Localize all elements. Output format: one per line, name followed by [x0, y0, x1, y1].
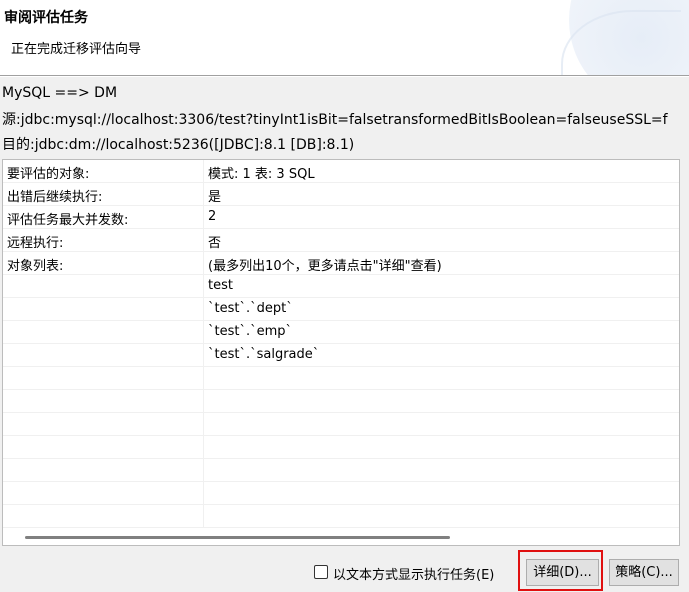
empty-row: [3, 436, 679, 459]
row-key: 出错后继续执行:: [7, 190, 103, 205]
row-key: 远程执行:: [7, 236, 64, 251]
row-value: `test`.`emp`: [208, 324, 293, 339]
table-row[interactable]: test: [3, 275, 679, 298]
row-value: 模式: 1 表: 3 SQL: [208, 167, 315, 182]
summary-table[interactable]: 要评估的对象: 模式: 1 表: 3 SQL 出错后继续执行: 是 评估任务最大…: [2, 159, 680, 546]
empty-row: [3, 413, 679, 436]
page-subtitle: 正在完成迁移评估向导: [11, 42, 142, 57]
empty-row: [3, 390, 679, 413]
show-as-text-checkbox[interactable]: [314, 565, 328, 579]
wizard-footer: 以文本方式显示执行任务(E) 详细(D)... 策略(C)...: [0, 547, 689, 592]
row-value: (最多列出10个，更多请点击"详细"查看): [208, 259, 442, 274]
table-row[interactable]: 评估任务最大并发数: 2: [3, 206, 679, 229]
row-value: test: [208, 278, 233, 293]
table-row[interactable]: `test`.`salgrade`: [3, 344, 679, 367]
row-value: `test`.`dept`: [208, 301, 293, 316]
strategy-button[interactable]: 策略(C)...: [609, 559, 679, 586]
wizard-header: 审阅评估任务 正在完成迁移评估向导: [0, 0, 689, 76]
show-as-text-label[interactable]: 以文本方式显示执行任务(E): [333, 564, 494, 583]
page-title: 审阅评估任务: [4, 10, 88, 26]
table-row[interactable]: `test`.`emp`: [3, 321, 679, 344]
horizontal-scrollbar[interactable]: [3, 528, 679, 545]
row-value: 是: [208, 190, 222, 205]
row-key: 对象列表:: [7, 259, 64, 274]
empty-row: [3, 482, 679, 505]
table-row[interactable]: 对象列表: (最多列出10个，更多请点击"详细"查看): [3, 252, 679, 275]
table-row[interactable]: 出错后继续执行: 是: [3, 183, 679, 206]
row-value: `test`.`salgrade`: [208, 347, 320, 362]
row-key: 评估任务最大并发数:: [7, 213, 129, 228]
table-row[interactable]: `test`.`dept`: [3, 298, 679, 321]
empty-row: [3, 505, 679, 528]
detail-button[interactable]: 详细(D)...: [526, 559, 599, 586]
table-row[interactable]: 要评估的对象: 模式: 1 表: 3 SQL: [3, 160, 679, 183]
scrollbar-thumb[interactable]: [25, 536, 450, 539]
source-connection: 源:jdbc:mysql://localhost:3306/test?tinyI…: [2, 112, 668, 128]
row-value: 否: [208, 236, 222, 251]
row-key: 要评估的对象:: [7, 167, 90, 182]
empty-row: [3, 459, 679, 482]
migration-direction: MySQL ==> DM: [2, 85, 118, 101]
wizard-body: MySQL ==> DM 源:jdbc:mysql://localhost:33…: [0, 77, 689, 547]
row-value: 2: [208, 209, 217, 224]
empty-row: [3, 367, 679, 390]
table-row[interactable]: 远程执行: 否: [3, 229, 679, 252]
target-connection: 目的:jdbc:dm://localhost:5236([JDBC]:8.1 […: [2, 137, 355, 153]
